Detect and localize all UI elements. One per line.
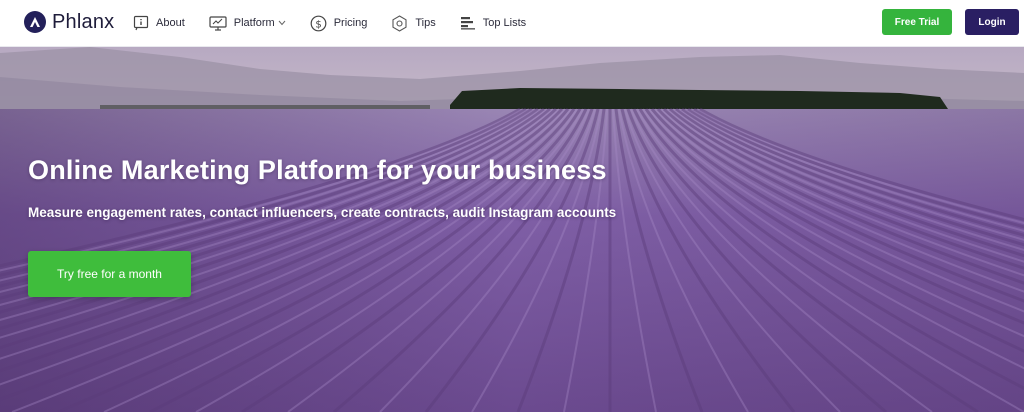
nav-item-tips-label: Tips	[415, 17, 436, 29]
try-free-button[interactable]: Try free for a month	[28, 251, 191, 297]
brand-logo[interactable]: Phlanx	[24, 9, 114, 35]
nav-item-top-lists[interactable]: Top Lists	[460, 16, 526, 30]
nav-item-about-label: About	[156, 17, 185, 29]
triangle-logo-icon	[24, 11, 46, 33]
chevron-down-icon	[278, 20, 286, 26]
monitor-icon	[209, 16, 227, 31]
nav-item-platform[interactable]: Platform	[209, 15, 286, 31]
nav-item-pricing[interactable]: $ Pricing	[310, 15, 368, 32]
info-board-icon	[133, 15, 149, 31]
main-menu: About Platform $ Pricing Tips Top Lists	[133, 0, 550, 46]
free-trial-button[interactable]: Free Trial	[882, 9, 952, 35]
dollar-circle-icon: $	[310, 15, 327, 31]
lavender-field-image	[0, 47, 1024, 412]
nav-item-tips[interactable]: Tips	[391, 14, 436, 32]
brand-name: Phlanx	[52, 10, 115, 33]
nav-item-top-lists-label: Top Lists	[482, 17, 527, 29]
bar-list-icon	[460, 17, 475, 30]
svg-text:$: $	[315, 19, 321, 30]
nav-item-pricing-label: Pricing	[333, 17, 368, 29]
login-button[interactable]: Login	[965, 9, 1019, 35]
gear-gem-icon	[392, 14, 407, 32]
top-navbar: Phlanx About Platform $ Pricing Tips Top…	[0, 0, 1024, 47]
nav-item-platform-label: Platform	[233, 17, 275, 29]
hero-subheadline: Measure engagement rates, contact influe…	[28, 205, 617, 220]
hero-headline: Online Marketing Platform for your busin…	[28, 155, 607, 185]
nav-item-about[interactable]: About	[133, 15, 185, 31]
hero-section: Online Marketing Platform for your busin…	[0, 47, 1024, 412]
